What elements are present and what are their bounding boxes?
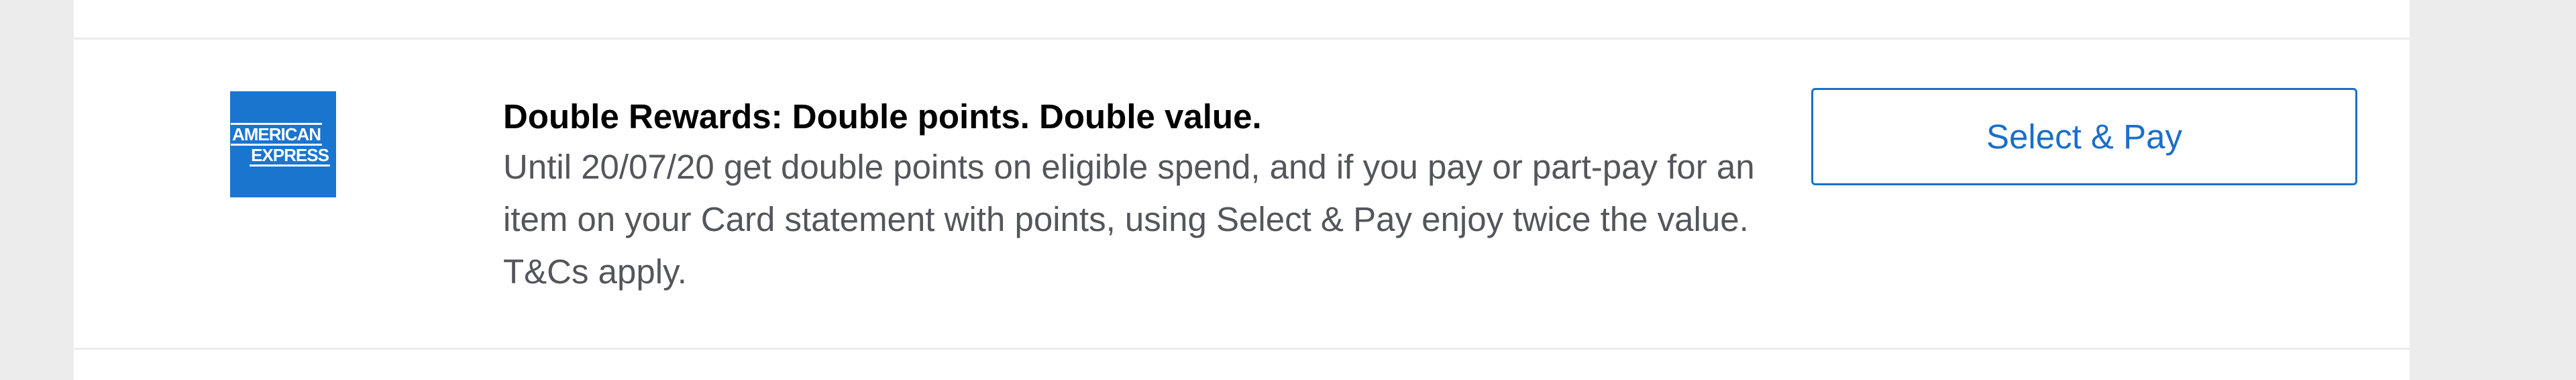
amex-logo: AMERICAN EXPRESS — [230, 91, 336, 197]
offer-title: Double Rewards: Double points. Double va… — [503, 97, 1262, 136]
divider-bottom — [74, 348, 2410, 350]
logo-line-1: AMERICAN — [230, 122, 323, 146]
select-and-pay-button[interactable]: Select & Pay — [1811, 88, 2357, 185]
divider-top — [74, 38, 2410, 40]
logo-line-2: EXPRESS — [250, 144, 330, 167]
offer-text: Double Rewards: Double points. Double va… — [503, 93, 1778, 298]
offer-description: Until 20/07/20 get double points on elig… — [503, 148, 1755, 291]
offer-panel: AMERICAN EXPRESS Double Rewards: Double … — [74, 0, 2410, 380]
